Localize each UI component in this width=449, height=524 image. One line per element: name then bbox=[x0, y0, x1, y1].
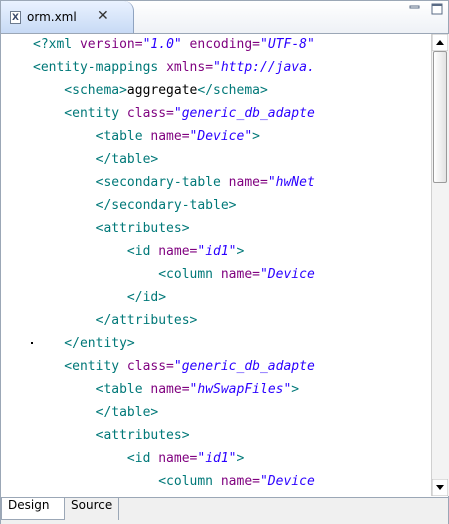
code-line: </id> bbox=[33, 290, 166, 313]
line-ruler bbox=[1, 34, 38, 496]
code-token: <attributes> bbox=[33, 221, 190, 236]
code-token: version= bbox=[79, 37, 143, 52]
code-token: <id bbox=[33, 244, 159, 259]
source-editor[interactable]: <?xml version="1.0" encoding="UTF-8" <ent… bbox=[33, 34, 431, 496]
code-token: name= bbox=[220, 267, 260, 282]
scroll-up-icon[interactable] bbox=[432, 34, 448, 51]
tab-title: orm.xml bbox=[27, 10, 77, 24]
tab-strip: X orm.xml ✕ bbox=[1, 1, 448, 34]
code-line: </entity> bbox=[33, 336, 135, 359]
scrollbar-thumb[interactable] bbox=[433, 51, 447, 183]
code-token: name= bbox=[150, 382, 190, 397]
code-line: </table> bbox=[33, 405, 159, 428]
xml-file-icon: X bbox=[10, 11, 21, 24]
code-token: "http://java. bbox=[213, 60, 315, 75]
code-token: </table> bbox=[33, 152, 159, 167]
code-token: <attributes> bbox=[33, 428, 190, 443]
code-token: <column bbox=[33, 267, 221, 282]
code-token: name= bbox=[228, 175, 268, 190]
code-token: name= bbox=[158, 451, 198, 466]
code-token: encoding= bbox=[181, 37, 261, 52]
code-line: <secondary-table name="hwNet bbox=[33, 175, 315, 198]
code-token: "UTF-8" bbox=[260, 37, 315, 52]
code-line: <table name="Device"> bbox=[33, 129, 260, 152]
code-line: <attributes> bbox=[33, 428, 190, 451]
code-token: "id1" bbox=[197, 244, 237, 259]
close-icon[interactable]: ✕ bbox=[97, 8, 109, 24]
code-token: <table bbox=[33, 129, 151, 144]
code-token: </id> bbox=[33, 290, 167, 305]
code-line: <entity class="generic_db_adapte bbox=[33, 106, 315, 129]
code-token: > bbox=[236, 451, 245, 466]
code-token: class= bbox=[126, 106, 174, 121]
code-token: <table bbox=[33, 382, 151, 397]
code-token: </schema> bbox=[197, 83, 268, 98]
code-token: </table> bbox=[33, 405, 159, 420]
maximize-icon[interactable] bbox=[429, 3, 445, 15]
code-token: <schema> bbox=[33, 83, 127, 98]
code-line: </secondary-table> bbox=[33, 198, 237, 221]
code-token: </attributes> bbox=[33, 313, 198, 328]
code-line: </attributes> bbox=[33, 313, 198, 336]
code-line: <entity-mappings xmlns="http://java. bbox=[33, 60, 315, 83]
code-line: <id name="id1"> bbox=[33, 244, 244, 267]
code-token: <?xml bbox=[33, 37, 80, 52]
code-token: <column bbox=[33, 474, 221, 489]
tab-source[interactable]: Source bbox=[65, 498, 119, 520]
editor-page-tabs: Design Source bbox=[1, 497, 448, 524]
code-token: > bbox=[236, 244, 245, 259]
code-token: "Device bbox=[259, 474, 315, 489]
code-token: <id bbox=[33, 451, 159, 466]
code-line: <column name="Device bbox=[33, 474, 315, 496]
code-token: name= bbox=[220, 474, 260, 489]
code-token: "hwNet bbox=[267, 175, 315, 190]
code-token: "Device" bbox=[189, 129, 253, 144]
code-token: "generic_db_adapte bbox=[173, 359, 315, 374]
editor-window: X orm.xml ✕ <?xml version="1.0" encoding… bbox=[0, 0, 449, 524]
code-token: <entity bbox=[33, 359, 127, 374]
code-token: <secondary-table bbox=[33, 175, 229, 190]
code-line: <entity class="generic_db_adapte bbox=[33, 359, 315, 382]
code-token: name= bbox=[158, 244, 198, 259]
code-token: aggregate bbox=[126, 83, 198, 98]
code-line: <id name="id1"> bbox=[33, 451, 244, 474]
code-line: <?xml version="1.0" encoding="UTF-8" bbox=[33, 37, 315, 60]
code-line: <schema>aggregate</schema> bbox=[33, 83, 268, 106]
code-token: <entity bbox=[33, 106, 127, 121]
code-token: class= bbox=[126, 359, 174, 374]
vertical-scrollbar[interactable] bbox=[431, 34, 449, 496]
tab-orm-xml[interactable]: X orm.xml ✕ bbox=[1, 1, 134, 33]
code-token: </secondary-table> bbox=[33, 198, 237, 213]
scroll-down-icon[interactable] bbox=[432, 479, 448, 496]
code-token: "hwSwapFiles" bbox=[189, 382, 292, 397]
code-line: <attributes> bbox=[33, 221, 190, 244]
code-token: > bbox=[252, 129, 260, 144]
code-token: xmlns= bbox=[166, 60, 214, 75]
code-token: <entity-mappings bbox=[33, 60, 167, 75]
code-line: </table> bbox=[33, 152, 159, 175]
minimize-icon[interactable] bbox=[407, 3, 423, 15]
code-token: > bbox=[291, 382, 300, 397]
code-line: <table name="hwSwapFiles"> bbox=[33, 382, 300, 405]
tab-design[interactable]: Design bbox=[1, 498, 65, 520]
code-token: </entity> bbox=[33, 336, 135, 351]
code-token: "1.0" bbox=[142, 37, 182, 52]
code-token: "id1" bbox=[197, 451, 237, 466]
code-token: "generic_db_adapte bbox=[173, 106, 315, 121]
code-line: <column name="Device bbox=[33, 267, 315, 290]
code-token: "Device bbox=[259, 267, 315, 282]
code-token: name= bbox=[150, 129, 190, 144]
